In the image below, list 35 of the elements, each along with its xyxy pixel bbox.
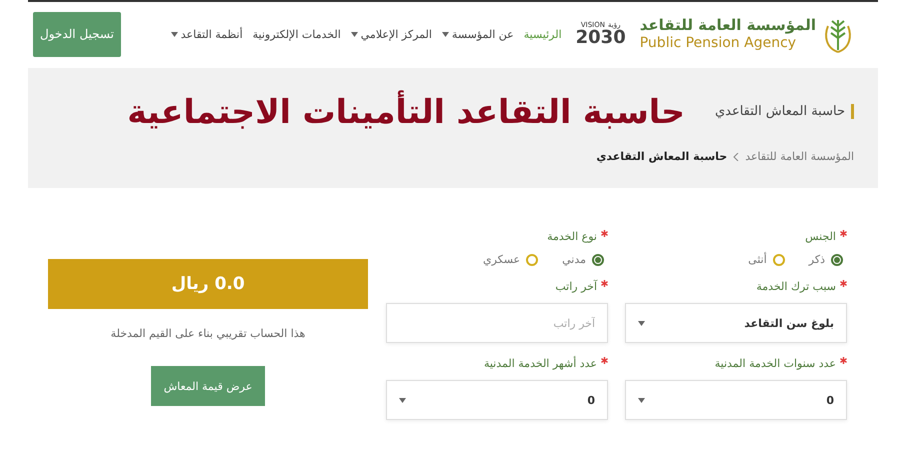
note-text: هذا الحساب تقريبي بناء على القيم المدخلة — [110, 327, 306, 340]
radio-icon[interactable] — [526, 254, 538, 266]
select-field[interactable]: 0 — [386, 380, 608, 420]
radio-option[interactable]: ذكر — [808, 253, 843, 266]
breadcrumb-link[interactable]: المؤسسة العامة للتقاعد — [745, 150, 854, 163]
overlay-title: حاسبة التقاعد التأمينات الاجتماعية — [127, 92, 685, 130]
caret-icon — [399, 398, 406, 402]
radio-icon[interactable] — [831, 254, 843, 266]
select-field[interactable]: 0 — [625, 380, 847, 420]
vision-year: 2030 — [576, 28, 626, 46]
nav-link[interactable]: الخدمات الإلكترونية — [252, 28, 341, 40]
radio-icon[interactable] — [772, 254, 785, 266]
field-label: نوع الخدمة — [386, 230, 608, 243]
breadcrumb-link[interactable]: حاسبة المعاش التقاعدي — [596, 150, 728, 163]
radio-option[interactable]: أنثى — [748, 253, 785, 266]
field-label: عدد أشهر الخدمة المدنية — [386, 357, 608, 370]
org-name-english: Public Pension Agency — [640, 34, 798, 51]
nav-link[interactable]: عن المؤسسة — [442, 28, 514, 40]
caret-icon — [638, 398, 645, 402]
radio-option[interactable]: عسكري — [482, 253, 538, 266]
field-label: عدد سنوات الخدمة المدنية — [625, 357, 847, 370]
page-title: حاسبة المعاش التقاعدي — [714, 104, 854, 118]
org-name: المؤسسة العامة للتقاعد — [640, 17, 816, 35]
nav-link[interactable]: المركز الإعلامي — [350, 28, 432, 40]
field-label: الجنس — [625, 230, 847, 243]
select-field[interactable]: بلوغ سن التقاعد — [625, 303, 847, 343]
nav-link[interactable]: أنظمة التقاعد — [170, 28, 243, 40]
chevron-icon — [733, 152, 740, 160]
pension-amount: 0.0 ريال — [48, 259, 368, 309]
caret-icon — [638, 320, 645, 326]
input-field[interactable]: آخر راتب — [386, 303, 608, 343]
radio-icon[interactable] — [592, 254, 604, 266]
radio-option[interactable]: مدني — [562, 253, 604, 266]
field-label: آخر راتب — [386, 280, 608, 293]
field-label: سبب ترك الخدمة — [625, 280, 847, 293]
